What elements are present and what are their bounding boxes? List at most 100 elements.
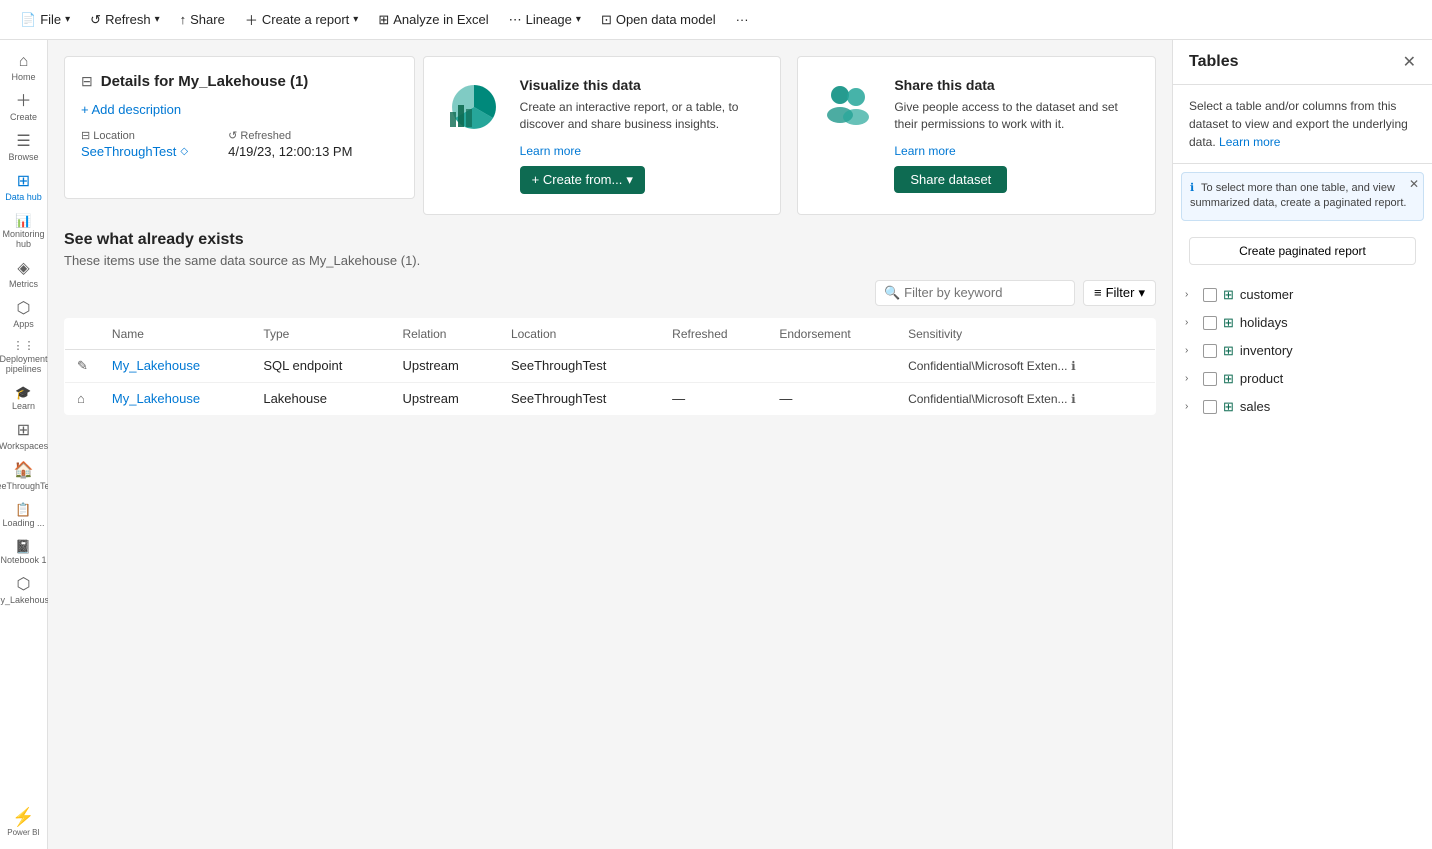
location-meta: ⊟ Location SeeThroughTest ◇ [81,129,188,159]
expand-icon: › [1185,345,1197,356]
sidebar-item-browse-label: Browse [8,152,38,162]
table-checkbox[interactable] [1203,372,1217,386]
col-type: Type [251,318,390,349]
file-button[interactable]: 📄 File ▾ [12,8,78,32]
sidebar-item-datahub[interactable]: ⊞ Data hub [0,168,47,208]
sidebar-item-workspaces[interactable]: ⊞ Workspaces [0,417,47,457]
row-name[interactable]: My_Lakehouse [100,382,251,414]
diamond-icon: ◇ [180,146,188,157]
col-relation: Relation [390,318,499,349]
table-grid-icon: ⊞ [1223,315,1234,331]
create-from-button[interactable]: + Create from... ▾ [520,166,645,194]
visualize-title: Visualize this data [520,77,761,93]
visualize-learn-more[interactable]: Learn more [520,144,581,158]
table-checkbox[interactable] [1203,316,1217,330]
panel-table-item[interactable]: › ⊞ customer [1173,281,1432,309]
col-refreshed: Refreshed [660,318,767,349]
share-dataset-button[interactable]: Share dataset [894,166,1007,193]
existing-items-table: Name Type Relation Location Refreshed En… [64,318,1156,415]
panel-table-item[interactable]: › ⊞ holidays [1173,309,1432,337]
add-description-button[interactable]: + Add description [81,102,398,117]
notebook-icon: 📓 [15,540,31,553]
filter-button[interactable]: ≡ Filter ▾ [1083,280,1156,306]
sidebar-item-deployment[interactable]: ⋮⋮ Deployment pipelines [0,335,47,380]
sidebar-item-apps[interactable]: ⬡ Apps [0,295,47,335]
location-value[interactable]: SeeThroughTest ◇ [81,144,188,159]
sensitivity-info-icon[interactable]: ℹ [1071,392,1076,406]
refresh-icon: ↺ [90,12,101,28]
tables-panel: Tables ✕ Select a table and/or columns f… [1172,40,1432,849]
search-icon: 🔍 [884,285,900,301]
panel-table-item[interactable]: › ⊞ sales [1173,393,1432,421]
share-card: Share this data Give people access to th… [797,56,1156,215]
sidebar-item-seethrough[interactable]: 🏠 SeeThroughTest [0,457,47,497]
row-relation: Upstream [390,382,499,414]
refreshed-value: 4/19/23, 12:00:13 PM [228,144,352,159]
notice-close-button[interactable]: ✕ [1409,177,1419,191]
refresh-chevron-icon: ▾ [155,14,160,25]
search-input[interactable] [904,285,1066,300]
sidebar-item-create[interactable]: ＋ Create [0,88,47,128]
share-button[interactable]: ↑ Share [172,8,233,31]
location-icon: ⊟ [81,130,90,142]
table-row: ✎ My_Lakehouse SQL endpoint Upstream See… [65,349,1156,382]
table-name-label: holidays [1240,315,1288,330]
panel-title: Tables [1189,53,1239,71]
panel-table-item[interactable]: › ⊞ inventory [1173,337,1432,365]
sidebar: ⌂ Home ＋ Create ☰ Browse ⊞ Data hub 📊 Mo… [0,40,48,849]
row-location: SeeThroughTest [499,349,660,382]
open-data-model-button[interactable]: ⊡ Open data model [593,8,724,32]
create-paginated-report-button[interactable]: Create paginated report [1189,237,1416,265]
main-content: ⊟ Details for My_Lakehouse (1) + Add des… [48,40,1172,849]
learn-icon: 🎓 [15,386,31,399]
lineage-button[interactable]: ⋯ Lineage ▾ [501,8,589,32]
info-circle-icon: ℹ [1190,182,1194,194]
refresh-button[interactable]: ↺ Refresh ▾ [82,8,167,32]
section-title: See what already exists [64,231,1156,249]
table-checkbox[interactable] [1203,344,1217,358]
table-grid-icon: ⊞ [1223,371,1234,387]
table-grid-icon: ⊞ [1223,343,1234,359]
sidebar-item-notebook[interactable]: 📓 Notebook 1 [0,534,47,571]
sidebar-item-loading[interactable]: 📋 Loading ... [0,497,47,534]
table-checkbox[interactable] [1203,288,1217,302]
sidebar-item-learn[interactable]: 🎓 Learn [0,380,47,417]
table-checkbox[interactable] [1203,400,1217,414]
sidebar-item-home[interactable]: ⌂ Home [0,48,47,88]
sidebar-item-mylakehouse[interactable]: ⬡ My_Lakehouse [0,571,47,611]
visualize-desc: Create an interactive report, or a table… [520,99,761,133]
share-card-content: Share this data Give people access to th… [894,77,1135,193]
create-report-chevron-icon: ▾ [353,14,358,25]
sidebar-item-metrics[interactable]: ◈ Metrics [0,255,47,295]
sidebar-item-apps-label: Apps [13,319,34,329]
share-learn-more[interactable]: Learn more [894,144,955,158]
analyze-excel-button[interactable]: ⊞ Analyze in Excel [370,8,496,32]
people-illustration [818,77,878,137]
section-subtitle: These items use the same data source as … [64,253,1156,268]
row-type: Lakehouse [251,382,390,414]
panel-close-button[interactable]: ✕ [1403,52,1416,72]
row-relation: Upstream [390,349,499,382]
panel-learn-more[interactable]: Learn more [1219,135,1280,149]
row-name[interactable]: My_Lakehouse [100,349,251,382]
panel-table-item[interactable]: › ⊞ product [1173,365,1432,393]
share-icon: ↑ [180,12,187,27]
col-location: Location [499,318,660,349]
sidebar-item-home-label: Home [11,72,35,82]
search-box: 🔍 [875,280,1075,306]
row-type: SQL endpoint [251,349,390,382]
sidebar-item-browse[interactable]: ☰ Browse [0,128,47,168]
row-sensitivity: Confidential\Microsoft Exten... ℹ [896,349,1155,382]
metrics-icon: ◈ [17,261,29,277]
create-report-button[interactable]: ＋ Create a report ▾ [237,6,366,33]
sidebar-item-monitoring[interactable]: 📊 Monitoring hub [0,208,47,255]
sidebar-item-deployment-label: Deployment pipelines [0,354,48,374]
sidebar-item-monitoring-label: Monitoring hub [0,229,47,249]
more-button[interactable]: ··· [728,8,757,31]
panel-tables-list: › ⊞ customer › ⊞ holidays › ⊞ inventory … [1173,273,1432,849]
monitoring-icon: 📊 [15,214,31,227]
create-report-icon: ＋ [245,10,258,29]
col-sensitivity: Sensitivity [896,318,1155,349]
sensitivity-info-icon[interactable]: ℹ [1071,359,1076,373]
sidebar-item-datahub-label: Data hub [5,192,42,202]
